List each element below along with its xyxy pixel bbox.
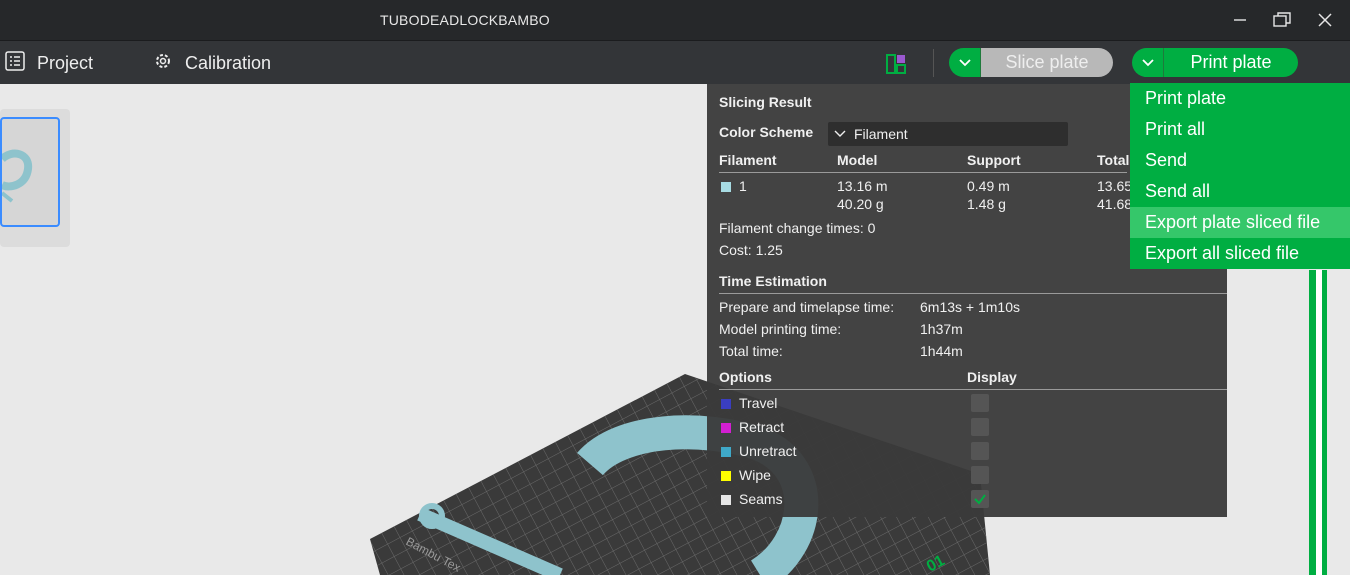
col-support: Support bbox=[967, 152, 1021, 168]
menu-item-export-plate-sliced-file[interactable]: Export plate sliced file bbox=[1130, 207, 1350, 238]
option-unretract-checkbox[interactable] bbox=[971, 442, 989, 460]
filament-change-times: Filament change times: 0 bbox=[719, 220, 876, 236]
col-filament: Filament bbox=[719, 152, 777, 168]
time-estimation-title: Time Estimation bbox=[719, 273, 827, 289]
option-seams-label: Seams bbox=[739, 491, 783, 507]
color-scheme-label: Color Scheme bbox=[719, 124, 814, 140]
option-retract-checkbox[interactable] bbox=[971, 418, 989, 436]
option-seams-checkbox[interactable] bbox=[971, 490, 989, 508]
close-button[interactable] bbox=[1313, 8, 1337, 32]
travel-swatch bbox=[721, 395, 731, 411]
support-weight: 1.48 g bbox=[967, 196, 1006, 212]
slice-plate-split-button: Slice plate bbox=[949, 48, 1113, 77]
layer-slider-inner bbox=[1316, 270, 1322, 575]
print-options-chevron-button[interactable] bbox=[1132, 48, 1164, 77]
layout-toggle-button[interactable] bbox=[886, 54, 906, 79]
restore-button[interactable] bbox=[1270, 8, 1294, 32]
table-divider bbox=[719, 172, 1127, 173]
chevron-down-icon bbox=[834, 130, 846, 137]
slicing-result-title: Slicing Result bbox=[719, 94, 812, 110]
time-divider bbox=[719, 293, 1227, 294]
checkmark-icon bbox=[974, 494, 986, 505]
seams-swatch bbox=[721, 491, 731, 507]
print-plate-split-button: Print plate bbox=[1132, 48, 1298, 77]
display-title: Display bbox=[967, 369, 1017, 385]
project-label: Project bbox=[37, 52, 94, 73]
gear-icon bbox=[153, 51, 173, 76]
menu-item-send[interactable]: Send bbox=[1130, 145, 1350, 176]
wipe-swatch bbox=[721, 467, 731, 483]
col-total: Total bbox=[1097, 152, 1130, 168]
model-length: 13.16 m bbox=[837, 178, 888, 194]
menu-item-send-all[interactable]: Send all bbox=[1130, 176, 1350, 207]
window-title: TUBODEADLOCKBAMBO bbox=[380, 12, 550, 28]
prepare-time-label: Prepare and timelapse time: bbox=[719, 299, 895, 315]
close-icon bbox=[1318, 13, 1332, 27]
print-plate-button[interactable]: Print plate bbox=[1164, 48, 1298, 77]
support-length: 0.49 m bbox=[967, 178, 1010, 194]
option-wipe-checkbox[interactable] bbox=[971, 466, 989, 484]
minimize-icon bbox=[1234, 19, 1246, 21]
layout-icon bbox=[886, 54, 906, 74]
project-tab[interactable]: Project bbox=[5, 50, 94, 76]
model-time-value: 1h37m bbox=[920, 321, 963, 337]
menu-item-print-plate[interactable]: Print plate bbox=[1130, 83, 1350, 114]
chevron-down-icon bbox=[958, 58, 971, 66]
restore-icon bbox=[1273, 12, 1291, 27]
list-icon bbox=[5, 50, 25, 76]
model-time-label: Model printing time: bbox=[719, 321, 842, 337]
option-travel-label: Travel bbox=[739, 395, 778, 411]
menu-item-export-all-sliced-file[interactable]: Export all sliced file bbox=[1130, 238, 1350, 269]
prepare-time-value: 6m13s + 1m10s bbox=[920, 299, 1020, 315]
title-bar: TUBODEADLOCKBAMBO bbox=[0, 0, 1350, 40]
retract-swatch bbox=[721, 419, 731, 435]
cost: Cost: 1.25 bbox=[719, 242, 783, 258]
option-unretract-label: Unretract bbox=[739, 443, 797, 459]
options-title: Options bbox=[719, 369, 772, 385]
total-weight: 41.68 g bbox=[1097, 196, 1130, 212]
main-toolbar: Project Calibration Slice plate Print pl… bbox=[0, 40, 1350, 84]
option-wipe-label: Wipe bbox=[739, 467, 771, 483]
toolbar-separator bbox=[933, 49, 934, 77]
chevron-down-icon bbox=[1141, 58, 1154, 66]
color-scheme-value: Filament bbox=[854, 126, 908, 142]
calibration-label: Calibration bbox=[185, 52, 272, 73]
total-length: 13.65 m bbox=[1097, 178, 1130, 194]
unretract-swatch bbox=[721, 443, 731, 459]
option-travel-checkbox[interactable] bbox=[971, 394, 989, 412]
total-time-value: 1h44m bbox=[920, 343, 963, 359]
minimize-button[interactable] bbox=[1228, 8, 1252, 32]
filament-id: 1 bbox=[739, 178, 747, 194]
model-weight: 40.20 g bbox=[837, 196, 884, 212]
options-divider bbox=[719, 389, 1227, 390]
col-model: Model bbox=[837, 152, 878, 168]
menu-item-print-all[interactable]: Print all bbox=[1130, 114, 1350, 145]
total-time-label: Total time: bbox=[719, 343, 783, 359]
color-scheme-select[interactable]: Filament bbox=[828, 122, 1068, 146]
calibration-tab[interactable]: Calibration bbox=[153, 51, 271, 75]
filament-swatch bbox=[721, 178, 731, 194]
slice-options-chevron-button[interactable] bbox=[949, 48, 981, 77]
print-dropdown-menu: Print plate Print all Send Send all Expo… bbox=[1130, 83, 1350, 269]
slice-plate-button[interactable]: Slice plate bbox=[981, 48, 1113, 77]
option-retract-label: Retract bbox=[739, 419, 785, 435]
